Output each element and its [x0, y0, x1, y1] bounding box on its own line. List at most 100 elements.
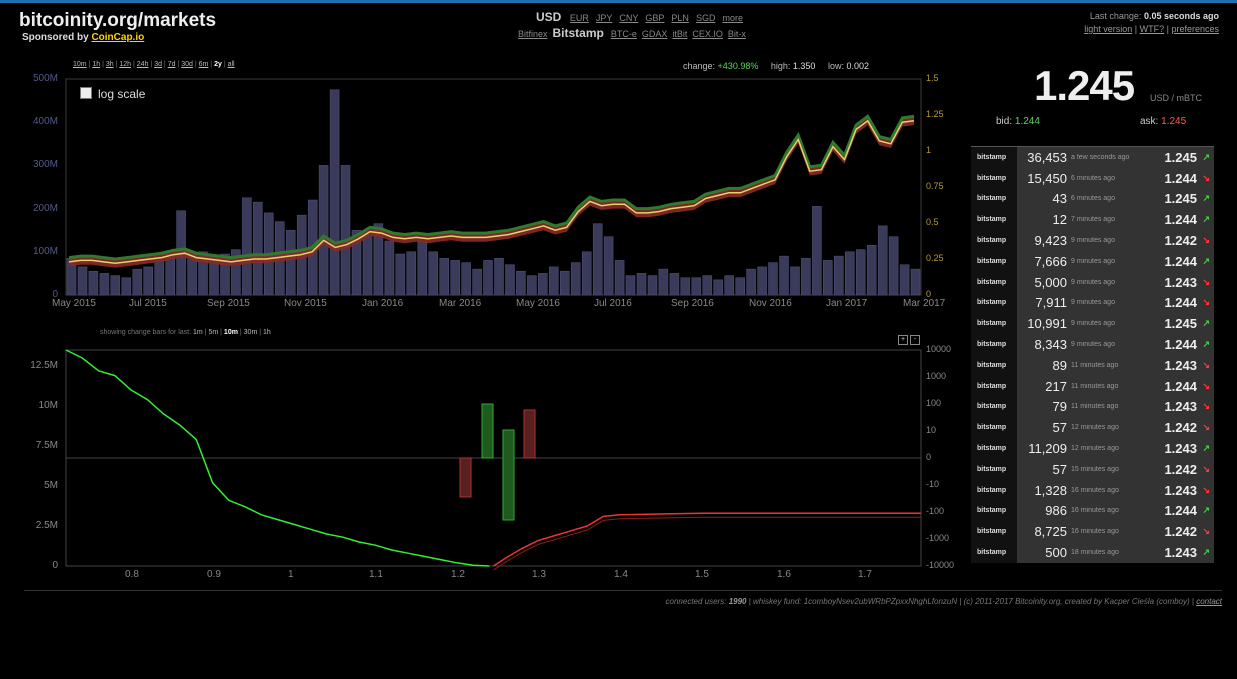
price-level-tick: 1.6	[777, 569, 791, 580]
arrow-down-icon: ↘	[1202, 173, 1210, 184]
volume-bar	[100, 273, 109, 295]
volume-bar	[714, 280, 723, 295]
trade-exchange: bitstamp	[971, 376, 1017, 397]
volume-bar	[889, 237, 898, 295]
volume-bar	[692, 278, 701, 295]
change-axis-tick: -100	[926, 506, 944, 516]
change-axis-tick: -1000	[926, 533, 949, 543]
depth-volume-tick: 0	[18, 560, 58, 571]
volume-bar	[812, 206, 821, 295]
volume-axis-tick: 500M	[18, 73, 58, 84]
change-bars-30m[interactable]: 30m	[244, 329, 258, 336]
volume-bar	[681, 278, 690, 295]
volume-bar	[758, 267, 767, 295]
trade-price: 1.244	[1164, 295, 1197, 310]
date-axis-tick: Jan 2017	[826, 298, 867, 309]
trade-time: a few seconds ago	[1071, 154, 1145, 161]
change-bars-1h[interactable]: 1h	[263, 329, 271, 336]
arrow-down-icon: ↘	[1202, 526, 1210, 537]
price-level-tick: 1.3	[532, 569, 546, 580]
change-bar	[482, 404, 493, 458]
trade-amount: 89	[1017, 358, 1067, 373]
trade-price: 1.244	[1164, 337, 1197, 352]
trade-exchange: bitstamp	[971, 334, 1017, 355]
volume-bar	[769, 263, 778, 295]
trade-exchange: bitstamp	[971, 542, 1017, 563]
change-bar	[503, 430, 514, 520]
price-axis-tick: 0.25	[926, 253, 944, 263]
volume-bar	[911, 269, 920, 295]
volume-bar	[133, 269, 142, 295]
trade-price: 1.243	[1164, 358, 1197, 373]
zoom-in-button[interactable]: +	[898, 335, 908, 345]
price-axis-tick: 1.5	[926, 73, 939, 83]
volume-bar	[122, 278, 131, 295]
trade-exchange: bitstamp	[971, 209, 1017, 230]
trade-amount: 986	[1017, 503, 1067, 518]
trade-row: bitstamp8,3439 minutes ago1.244↗	[971, 334, 1214, 355]
trade-amount: 7,666	[1017, 254, 1067, 269]
change-bars-5m[interactable]: 5m	[208, 329, 218, 336]
date-axis-tick: Sep 2016	[671, 298, 714, 309]
depth-volume-tick: 2.5M	[18, 520, 58, 531]
trade-row: bitstamp5715 minutes ago1.242↘	[971, 459, 1214, 480]
trade-price: 1.242	[1164, 462, 1197, 477]
change-bars-1m[interactable]: 1m	[193, 329, 203, 336]
trade-price: 1.243	[1164, 399, 1197, 414]
log-scale-checkbox[interactable]	[80, 87, 92, 99]
arrow-down-icon: ↘	[1202, 360, 1210, 371]
trade-details: 9,4239 minutes ago1.242↘	[1017, 230, 1214, 251]
date-axis-tick: Sep 2015	[207, 298, 250, 309]
volume-bar	[823, 260, 832, 295]
arrow-down-icon: ↘	[1202, 401, 1210, 412]
trade-price: 1.245	[1164, 150, 1197, 165]
date-axis-tick: Nov 2016	[749, 298, 792, 309]
change-axis-tick: 0	[926, 452, 931, 462]
volume-bar	[703, 276, 712, 295]
trade-amount: 12	[1017, 212, 1067, 227]
trade-price: 1.244	[1164, 379, 1197, 394]
trade-time: 9 minutes ago	[1071, 279, 1145, 286]
change-bar	[460, 458, 471, 497]
zoom-out-button[interactable]: -	[910, 335, 920, 345]
trade-exchange: bitstamp	[971, 355, 1017, 376]
arrow-up-icon: ↗	[1202, 505, 1210, 516]
volume-bar	[385, 241, 394, 295]
volume-axis-tick: 300M	[18, 159, 58, 170]
bid: bid: 1.244	[996, 116, 1040, 127]
volume-bar	[604, 237, 613, 295]
arrow-down-icon: ↘	[1202, 277, 1210, 288]
footer-divider	[24, 590, 1222, 591]
trade-details: 5712 minutes ago1.242↘	[1017, 417, 1214, 438]
volume-bar	[791, 267, 800, 295]
contact-link[interactable]: contact	[1196, 597, 1222, 606]
trade-row: bitstamp7911 minutes ago1.243↘	[971, 397, 1214, 418]
trade-price: 1.242	[1164, 233, 1197, 248]
volume-axis-tick: 400M	[18, 116, 58, 127]
trade-exchange: bitstamp	[971, 272, 1017, 293]
volume-bar	[538, 273, 547, 295]
trade-price: 1.244	[1164, 171, 1197, 186]
trade-amount: 43	[1017, 191, 1067, 206]
trade-exchange: bitstamp	[971, 251, 1017, 272]
depth-volume-tick: 7.5M	[18, 440, 58, 451]
date-axis-tick: Mar 2017	[903, 298, 945, 309]
trade-price: 1.244	[1164, 212, 1197, 227]
trade-time: 6 minutes ago	[1071, 175, 1145, 182]
volume-bar	[341, 165, 350, 295]
log-scale-toggle[interactable]: log scale	[80, 87, 145, 101]
trade-details: 5715 minutes ago1.242↘	[1017, 459, 1214, 480]
price-level-tick: 1.1	[369, 569, 383, 580]
change-bars-10m[interactable]: 10m	[224, 329, 238, 336]
volume-bar	[319, 165, 328, 295]
volume-bar	[659, 269, 668, 295]
arrow-down-icon: ↘	[1202, 235, 1210, 246]
trade-time: 6 minutes ago	[1071, 195, 1145, 202]
log-scale-label: log scale	[98, 87, 145, 101]
date-axis-tick: May 2015	[52, 298, 96, 309]
trade-price: 1.243	[1164, 275, 1197, 290]
trade-amount: 500	[1017, 545, 1067, 560]
volume-bar	[111, 276, 120, 295]
volume-bar	[495, 258, 504, 295]
volume-bar	[780, 256, 789, 295]
